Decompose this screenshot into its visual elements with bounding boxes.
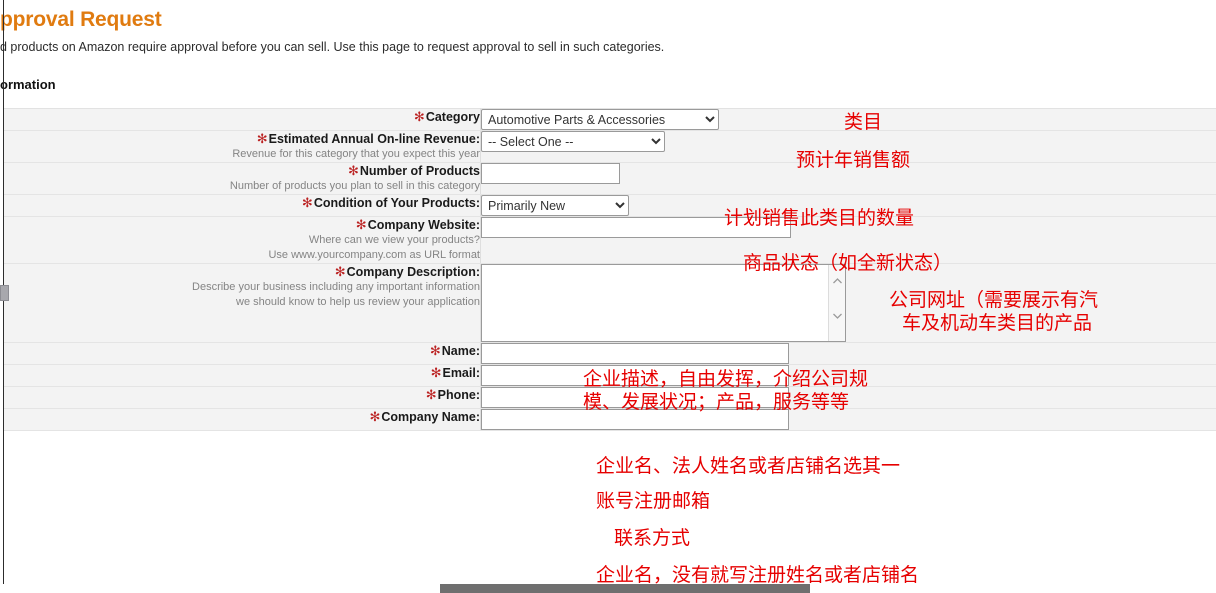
label-email: ✻Email: bbox=[430, 365, 480, 380]
label-company-description: ✻Company Description: bbox=[334, 264, 480, 279]
field-cell-company-website bbox=[480, 216, 1216, 264]
label-company-website: ✻Company Website: bbox=[355, 217, 480, 232]
field-cell-revenue: -- Select One -- bbox=[480, 130, 1216, 163]
required-asterisk-icon: ✻ bbox=[347, 163, 359, 178]
number-of-products-input[interactable] bbox=[481, 163, 620, 184]
left-scroll-handle[interactable] bbox=[0, 285, 9, 301]
revenue-select[interactable]: -- Select One -- bbox=[481, 131, 665, 152]
form-row-company-name: ✻Company Name: bbox=[4, 408, 1216, 431]
horizontal-scrollbar-thumb[interactable] bbox=[440, 584, 810, 593]
form-row-revenue: ✻Estimated Annual On-line Revenue: Reven… bbox=[4, 130, 1216, 163]
required-asterisk-icon: ✻ bbox=[369, 409, 381, 424]
label-company-name: ✻Company Name: bbox=[369, 409, 480, 424]
label-cell-category: ✻Category bbox=[4, 108, 481, 131]
label-cell-revenue: ✻Estimated Annual On-line Revenue: Reven… bbox=[4, 130, 481, 163]
field-cell-number-of-products bbox=[480, 162, 1216, 195]
label-cell-company-website: ✻Company Website: Where can we view your… bbox=[4, 216, 481, 264]
condition-select[interactable]: Primarily New bbox=[481, 195, 629, 216]
form-row-company-description: ✻Company Description: Describe your busi… bbox=[4, 263, 1216, 343]
field-cell-name bbox=[480, 342, 1216, 365]
section-heading: ormation bbox=[0, 77, 56, 92]
label-phone: ✻Phone: bbox=[425, 387, 480, 402]
form-row-category: ✻Category Automotive Parts & Accessories bbox=[4, 108, 1216, 131]
annotation-email: 账号注册邮箱 bbox=[596, 490, 711, 512]
required-asterisk-icon: ✻ bbox=[429, 343, 441, 358]
label-number-of-products: ✻Number of Products bbox=[347, 163, 480, 178]
label-condition: ✻Condition of Your Products: bbox=[301, 195, 480, 210]
phone-input[interactable] bbox=[481, 387, 789, 408]
label-cell-name: ✻Name: bbox=[4, 342, 481, 365]
page-content: pproval Request d products on Amazon req… bbox=[0, 0, 1216, 593]
horizontal-scrollbar[interactable] bbox=[0, 584, 1216, 593]
hint-company-description-1: Describe your business including any imp… bbox=[192, 281, 480, 293]
required-asterisk-icon: ✻ bbox=[256, 131, 268, 146]
required-asterisk-icon: ✻ bbox=[334, 264, 346, 279]
required-asterisk-icon: ✻ bbox=[355, 217, 367, 232]
hint-revenue: Revenue for this category that you expec… bbox=[232, 148, 480, 160]
chevron-down-icon[interactable] bbox=[832, 310, 843, 321]
label-category: ✻Category bbox=[413, 109, 480, 124]
label-cell-phone: ✻Phone: bbox=[4, 386, 481, 409]
required-asterisk-icon: ✻ bbox=[425, 387, 437, 402]
label-name: ✻Name: bbox=[429, 343, 480, 358]
company-description-textarea[interactable] bbox=[481, 264, 846, 342]
form-row-name: ✻Name: bbox=[4, 342, 1216, 365]
email-input[interactable] bbox=[481, 365, 789, 386]
approval-request-form: ✻Category Automotive Parts & Accessories… bbox=[4, 108, 1216, 431]
page-title: pproval Request bbox=[0, 8, 162, 31]
form-row-number-of-products: ✻Number of Products Number of products y… bbox=[4, 162, 1216, 195]
label-cell-company-description: ✻Company Description: Describe your busi… bbox=[4, 263, 481, 343]
field-cell-category: Automotive Parts & Accessories bbox=[480, 108, 1216, 131]
name-input[interactable] bbox=[481, 343, 789, 364]
label-cell-email: ✻Email: bbox=[4, 364, 481, 387]
hint-number-of-products: Number of products you plan to sell in t… bbox=[229, 180, 480, 192]
field-cell-company-name bbox=[480, 408, 1216, 431]
page-intro-text: d products on Amazon require approval be… bbox=[0, 40, 665, 54]
annotation-phone: 联系方式 bbox=[614, 527, 691, 549]
field-cell-condition: Primarily New bbox=[480, 194, 1216, 217]
required-asterisk-icon: ✻ bbox=[301, 195, 313, 210]
form-row-phone: ✻Phone: bbox=[4, 386, 1216, 409]
hint-company-website-1: Where can we view your products? bbox=[308, 234, 480, 246]
form-row-condition: ✻Condition of Your Products: Primarily N… bbox=[4, 194, 1216, 217]
company-name-input[interactable] bbox=[481, 409, 789, 430]
label-cell-condition: ✻Condition of Your Products: bbox=[4, 194, 481, 217]
form-row-email: ✻Email: bbox=[4, 364, 1216, 387]
required-asterisk-icon: ✻ bbox=[430, 365, 442, 380]
label-revenue: ✻Estimated Annual On-line Revenue: bbox=[256, 131, 480, 146]
annotation-name: 企业名、法人姓名或者店铺名选其一 bbox=[596, 455, 901, 477]
form-row-company-website: ✻Company Website: Where can we view your… bbox=[4, 216, 1216, 264]
textarea-scrollbar[interactable] bbox=[828, 265, 845, 341]
hint-company-website-2: Use www.yourcompany.com as URL format bbox=[268, 249, 480, 261]
category-select[interactable]: Automotive Parts & Accessories bbox=[481, 109, 719, 130]
hint-company-description-2: we should know to help us review your ap… bbox=[236, 296, 480, 308]
label-cell-company-name: ✻Company Name: bbox=[4, 408, 481, 431]
field-cell-phone bbox=[480, 386, 1216, 409]
company-website-input[interactable] bbox=[481, 217, 791, 238]
required-asterisk-icon: ✻ bbox=[413, 109, 425, 124]
field-cell-company-description bbox=[480, 263, 1216, 343]
field-cell-email bbox=[480, 364, 1216, 387]
label-cell-number-of-products: ✻Number of Products Number of products y… bbox=[4, 162, 481, 195]
chevron-up-icon[interactable] bbox=[832, 276, 843, 287]
